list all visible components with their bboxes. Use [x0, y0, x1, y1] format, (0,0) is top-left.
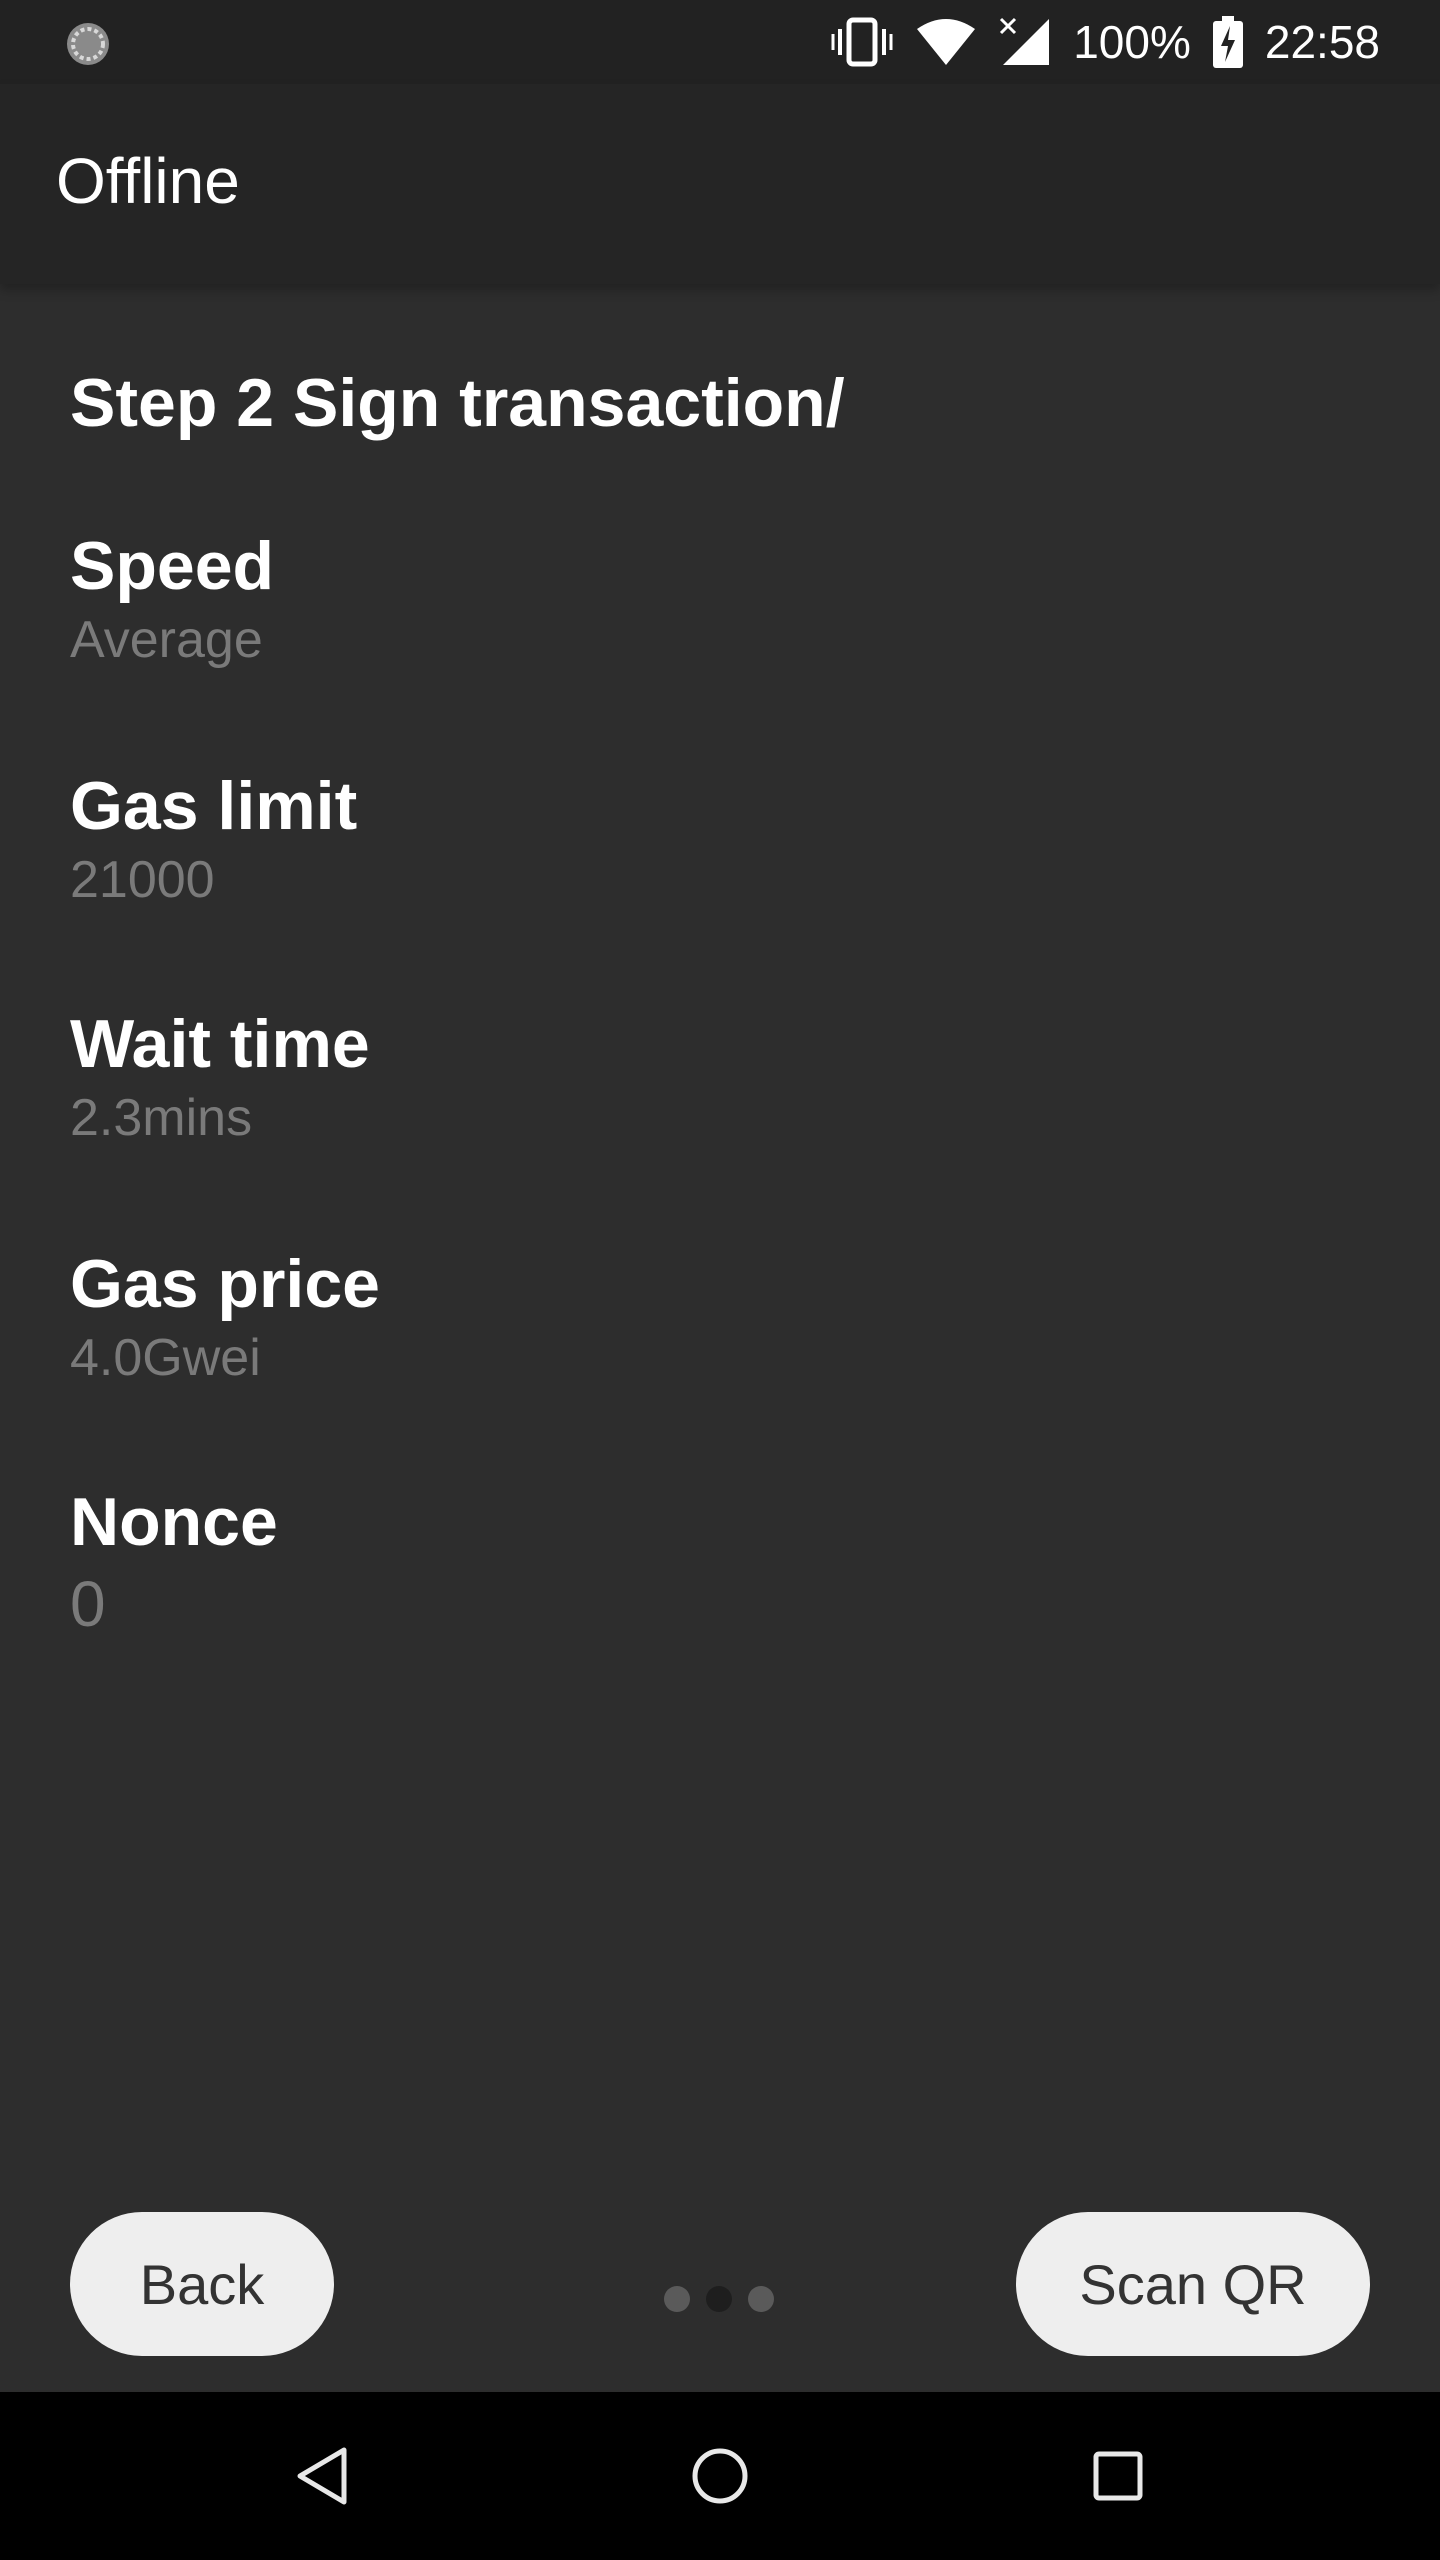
- field-value: 21000: [70, 851, 215, 909]
- field-label: Nonce: [70, 1484, 278, 1560]
- back-icon[interactable]: [282, 2436, 362, 2516]
- field-wait-time: Wait time 2.3mins: [70, 1002, 370, 1150]
- field-value: 2.3mins: [70, 1089, 253, 1147]
- field-label: Wait time: [70, 1006, 370, 1082]
- field-value: Average: [70, 611, 263, 669]
- scan-qr-button[interactable]: Scan QR: [1016, 2212, 1370, 2356]
- system-nav-bar: [0, 2392, 1440, 2560]
- page-title: Offline: [56, 145, 240, 217]
- field-label: Speed: [70, 528, 275, 604]
- step-title: Step 2 Sign transaction/: [70, 365, 845, 441]
- back-button[interactable]: Back: [70, 2212, 334, 2356]
- field-value: 0: [70, 1568, 106, 1640]
- app-toolbar: Offline: [0, 84, 1440, 284]
- field-label: Gas limit: [70, 768, 358, 844]
- wifi-icon: [915, 17, 977, 67]
- field-speed: Speed Average: [70, 524, 274, 672]
- clock: 22:58: [1264, 16, 1380, 68]
- status-bar: 100% 22:58: [0, 0, 1440, 84]
- battery-percent: 100%: [1073, 16, 1191, 68]
- signal-icon: [999, 17, 1051, 67]
- field-nonce: Nonce 0: [70, 1480, 278, 1644]
- home-icon[interactable]: [680, 2436, 760, 2516]
- field-gas-limit: Gas limit 21000: [70, 764, 357, 912]
- sync-icon: [64, 20, 112, 68]
- status-icons: 100% 22:58: [831, 0, 1380, 84]
- field-value: 4.0Gwei: [70, 1329, 261, 1387]
- field-gas-price: Gas price 4.0Gwei: [70, 1242, 380, 1390]
- recents-icon[interactable]: [1078, 2436, 1158, 2516]
- page-dot: [664, 2286, 690, 2312]
- field-label: Gas price: [70, 1246, 380, 1322]
- vibrate-icon: [831, 17, 893, 67]
- page-dot-active: [706, 2286, 732, 2312]
- page-indicator: [664, 2286, 774, 2312]
- page-dot: [748, 2286, 774, 2312]
- battery-charging-icon: [1212, 16, 1243, 68]
